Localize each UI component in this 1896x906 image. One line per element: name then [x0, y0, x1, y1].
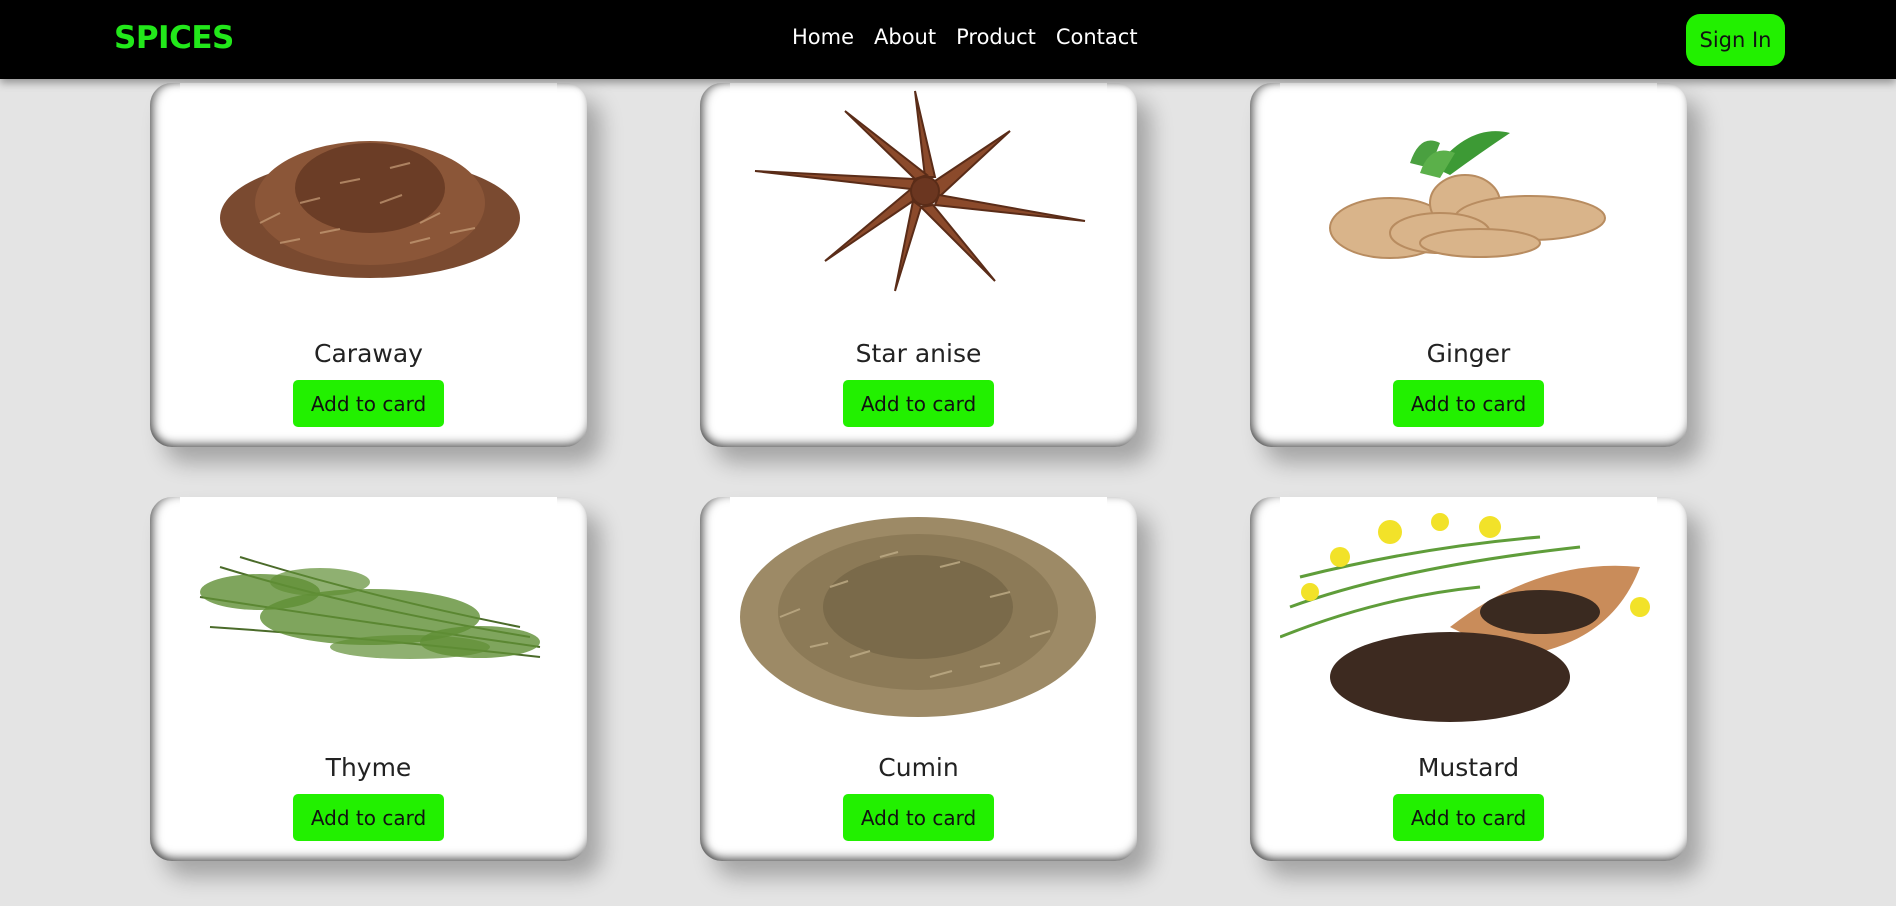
product-name: Thyme: [325, 753, 412, 782]
nav-link-product[interactable]: Product: [956, 25, 1036, 49]
product-card-mustard: Mustard Add to card: [1250, 497, 1687, 861]
product-name: Mustard: [1417, 753, 1520, 782]
nav-links: Home About Product Contact: [792, 25, 1138, 49]
product-card-caraway: Caraway Add to card: [150, 83, 587, 447]
product-card-star-anise: Star anise Add to card: [700, 83, 1137, 447]
product-name: Ginger: [1426, 339, 1511, 368]
add-to-cart-button[interactable]: Add to card: [1393, 380, 1544, 427]
sign-in-button[interactable]: Sign In: [1686, 14, 1785, 66]
mustard-seeds-image: [1280, 497, 1657, 737]
product-name: Star anise: [855, 339, 982, 368]
product-card-ginger: Ginger Add to card: [1250, 83, 1687, 447]
star-anise-image: [730, 83, 1107, 323]
nav-link-contact[interactable]: Contact: [1056, 25, 1138, 49]
add-to-cart-button[interactable]: Add to card: [1393, 794, 1544, 841]
logo[interactable]: SPICES: [114, 20, 234, 56]
product-name: Cumin: [878, 753, 959, 782]
product-name: Caraway: [314, 339, 423, 368]
product-card-thyme: Thyme Add to card: [150, 497, 587, 861]
add-to-cart-button[interactable]: Add to card: [843, 794, 994, 841]
caraway-seeds-image: [180, 83, 557, 323]
cumin-seeds-image: [730, 497, 1107, 737]
nav-link-about[interactable]: About: [874, 25, 936, 49]
thyme-sprigs-image: [180, 497, 557, 737]
add-to-cart-button[interactable]: Add to card: [293, 794, 444, 841]
add-to-cart-button[interactable]: Add to card: [293, 380, 444, 427]
product-card-cumin: Cumin Add to card: [700, 497, 1137, 861]
ginger-root-image: [1280, 83, 1657, 323]
add-to-cart-button[interactable]: Add to card: [843, 380, 994, 427]
navbar: SPICES Home About Product Contact Sign I…: [0, 0, 1896, 79]
nav-link-home[interactable]: Home: [792, 25, 854, 49]
